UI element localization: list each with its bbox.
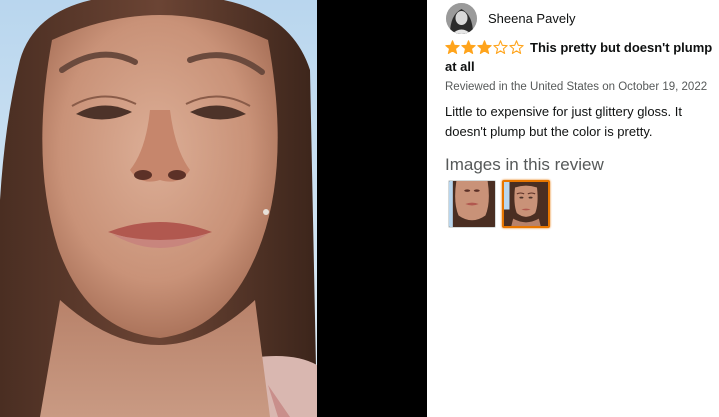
image-viewer	[0, 0, 427, 417]
reviewer-name[interactable]: Sheena Pavely	[488, 11, 575, 27]
review-photo-large	[0, 0, 317, 417]
star-filled-icon	[477, 40, 492, 55]
star-empty-icon	[509, 40, 524, 55]
review-title-row: This pretty but doesn't plump at all	[445, 38, 715, 76]
star-filled-icon	[461, 40, 476, 55]
reviewer-profile[interactable]: Sheena Pavely	[446, 3, 575, 34]
review-image-thumbnail-1[interactable]	[448, 180, 496, 228]
review-image-thumbnail-2[interactable]	[502, 180, 550, 228]
review-image-thumbnails	[448, 180, 550, 228]
review-panel: Sheena Pavely This pretty but doesn't pl…	[427, 0, 719, 417]
images-heading: Images in this review	[445, 155, 604, 174]
review-date: Reviewed in the United States on October…	[445, 81, 708, 93]
star-empty-icon	[493, 40, 508, 55]
star-filled-icon	[445, 40, 460, 55]
star-rating	[445, 40, 525, 55]
profile-avatar-icon[interactable]	[446, 3, 477, 34]
review-body: Little to expensive for just glittery gl…	[445, 104, 682, 139]
